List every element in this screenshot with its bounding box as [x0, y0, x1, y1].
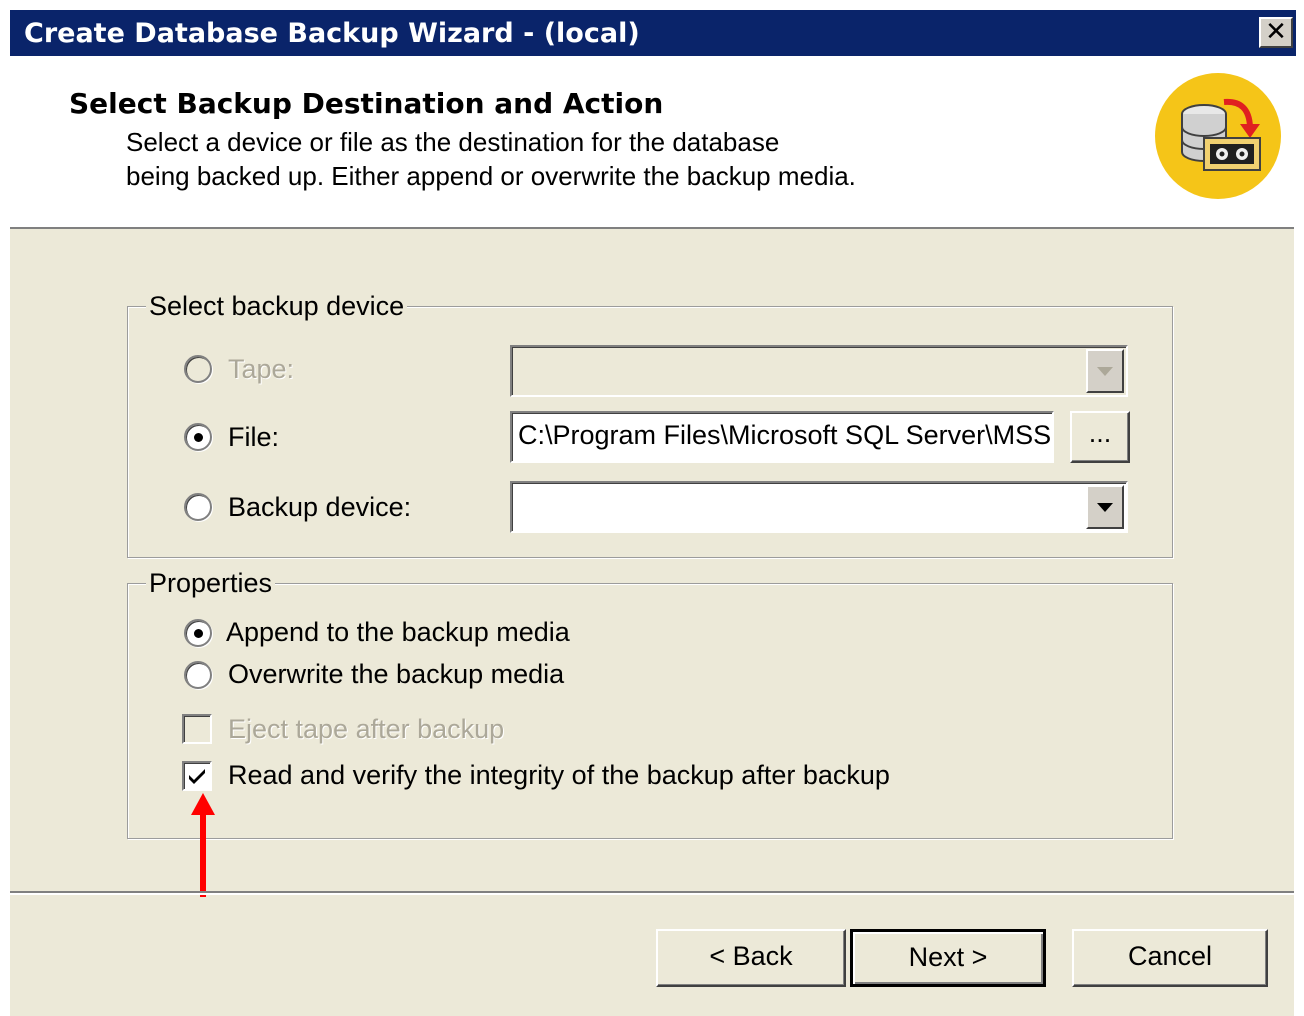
- file-radio[interactable]: [184, 423, 212, 451]
- cancel-button[interactable]: Cancel: [1072, 929, 1268, 987]
- tape-dropdown-button[interactable]: [1086, 349, 1124, 393]
- page-description-line2: being backed up. Either append or overwr…: [126, 161, 856, 191]
- wizard-body: Select backup device Tape: File: C:\Prog…: [10, 229, 1294, 1016]
- title-bar: Create Database Backup Wizard - (local) …: [10, 10, 1296, 56]
- backup-device-legend: Select backup device: [146, 291, 408, 322]
- wizard-header: Select Backup Destination and Action Sel…: [10, 56, 1294, 227]
- file-path-input[interactable]: C:\Program Files\Microsoft SQL Server\MS…: [510, 411, 1054, 463]
- checkmark-icon: [189, 769, 205, 784]
- eject-tape-label: Eject tape after backup: [228, 714, 505, 744]
- close-icon: ✕: [1265, 17, 1287, 47]
- tape-radio[interactable]: [184, 355, 212, 383]
- browse-button[interactable]: ...: [1070, 411, 1130, 463]
- chevron-down-icon: [1097, 503, 1113, 512]
- append-label: Append to the backup media: [226, 617, 570, 647]
- chevron-down-icon: [1097, 367, 1113, 376]
- back-button[interactable]: < Back: [656, 929, 846, 987]
- window-title: Create Database Backup Wizard - (local): [24, 18, 640, 49]
- page-title: Select Backup Destination and Action: [69, 87, 664, 120]
- backup-device-dropdown-button[interactable]: [1086, 485, 1124, 529]
- next-button[interactable]: Next >: [850, 929, 1046, 987]
- verify-backup-label: Read and verify the integrity of the bac…: [228, 760, 890, 790]
- backup-device-radio[interactable]: [184, 493, 212, 521]
- footer-divider-highlight: [10, 893, 1294, 895]
- tape-select[interactable]: [510, 345, 1128, 397]
- annotation-arrow-icon: [191, 793, 215, 897]
- overwrite-label: Overwrite the backup media: [228, 659, 565, 689]
- tape-label: Tape:: [228, 354, 295, 384]
- close-button[interactable]: ✕: [1259, 17, 1293, 48]
- verify-backup-checkbox[interactable]: [182, 761, 212, 791]
- properties-legend: Properties: [146, 568, 276, 599]
- backup-device-label: Backup device:: [228, 492, 412, 522]
- file-label: File:: [228, 422, 280, 452]
- append-radio[interactable]: [184, 619, 212, 647]
- eject-tape-checkbox[interactable]: [182, 714, 212, 744]
- database-backup-icon: [1154, 72, 1282, 200]
- page-description-line1: Select a device or file as the destinati…: [126, 127, 780, 157]
- backup-device-select[interactable]: [510, 481, 1128, 533]
- overwrite-radio[interactable]: [184, 661, 212, 689]
